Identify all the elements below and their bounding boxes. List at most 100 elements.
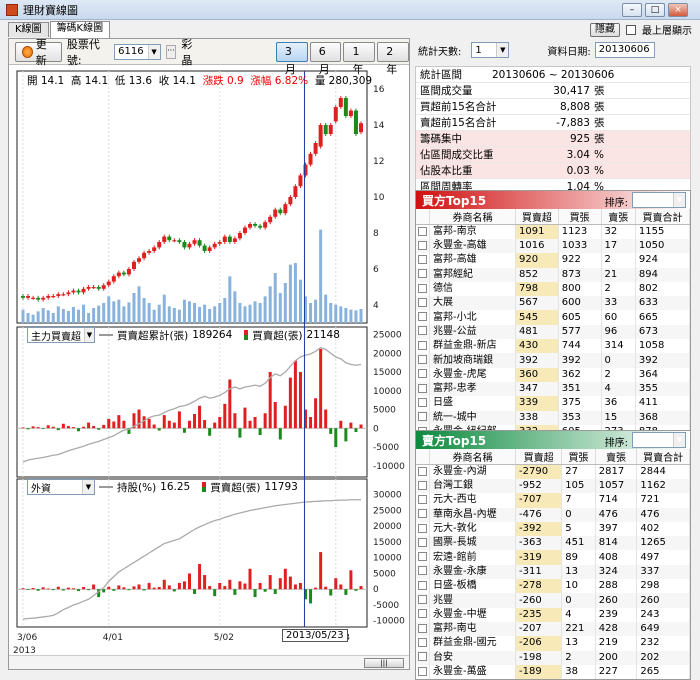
candle bbox=[167, 236, 172, 241]
sell-sort-select[interactable]: 賣超 ▼ bbox=[632, 432, 686, 448]
broker-row[interactable]: 國票-長城 -363 451 814 1265 bbox=[416, 536, 690, 551]
broker-row[interactable]: 群益金鼎-國元 -206 13 219 232 bbox=[416, 636, 690, 651]
row-checkbox[interactable] bbox=[418, 269, 427, 279]
broker-row[interactable]: 永豐金-萬盛 -189 38 227 265 bbox=[416, 664, 690, 680]
row-checkbox[interactable] bbox=[418, 609, 427, 619]
broker-row[interactable]: 永豐金-內湖 -2790 27 2817 2844 bbox=[416, 464, 690, 479]
date-input[interactable]: 20130606 bbox=[594, 42, 655, 58]
row-checkbox[interactable] bbox=[418, 595, 427, 605]
scrollbar-thumb[interactable]: ||| bbox=[364, 658, 404, 668]
broker-value: 1162 bbox=[636, 479, 690, 494]
broker-row[interactable]: 台灣工銀 -952 105 1057 1162 bbox=[416, 479, 690, 494]
broker-row[interactable]: 宏遠-館前 -319 89 408 497 bbox=[416, 550, 690, 565]
horizontal-scrollbar[interactable]: ||| bbox=[9, 655, 409, 669]
broker-value: 1050 bbox=[635, 239, 691, 254]
broker-row[interactable]: 富邦經紀 852 873 21 894 bbox=[416, 267, 691, 282]
broker-row[interactable]: 日盛 339 375 36 411 bbox=[416, 396, 691, 411]
buy-sort-select[interactable]: 買超 ▼ bbox=[632, 192, 686, 208]
broker-row[interactable]: 群益金鼎-新店 430 744 314 1058 bbox=[416, 339, 691, 354]
panel3-select[interactable]: 外資 ▼ bbox=[27, 479, 95, 495]
row-checkbox[interactable] bbox=[418, 466, 427, 476]
row-checkbox[interactable] bbox=[418, 666, 427, 676]
row-checkbox[interactable] bbox=[418, 297, 427, 307]
stock-charts[interactable]: 3/064/015/026/03201346810121416-10000-50… bbox=[9, 65, 409, 655]
broker-row[interactable]: 德信 798 800 2 802 bbox=[416, 281, 691, 297]
broker-row[interactable]: 富邦-南京 1091 1123 32 1155 bbox=[416, 224, 691, 239]
header-cell[interactable]: 券商名稱 bbox=[429, 209, 516, 225]
range-6m-button[interactable]: 6月 bbox=[309, 41, 342, 76]
broker-row[interactable]: 元大-敦化 -392 5 397 402 bbox=[416, 521, 690, 537]
row-checkbox[interactable] bbox=[418, 537, 427, 547]
range-1y-button[interactable]: 1年 bbox=[343, 41, 376, 76]
days-select[interactable]: 1 ▼ bbox=[471, 42, 510, 58]
row-checkbox[interactable] bbox=[418, 637, 427, 647]
hide-button[interactable]: 隱藏 bbox=[590, 22, 620, 37]
row-checkbox[interactable] bbox=[418, 326, 427, 336]
row-checkbox[interactable] bbox=[418, 580, 427, 590]
header-cell[interactable]: 買張 bbox=[558, 209, 602, 225]
row-checkbox[interactable] bbox=[418, 566, 427, 576]
broker-row[interactable]: 富邦-小北 545 605 60 665 bbox=[416, 310, 691, 325]
row-checkbox[interactable] bbox=[418, 509, 427, 519]
range-2y-button[interactable]: 2年 bbox=[377, 41, 409, 76]
maximize-button[interactable]: □ bbox=[645, 3, 665, 17]
row-checkbox[interactable] bbox=[418, 340, 427, 350]
header-cell[interactable]: 券商名稱 bbox=[429, 449, 516, 465]
row-checkbox[interactable] bbox=[418, 652, 427, 662]
header-cell[interactable]: 買賣超 bbox=[515, 209, 559, 225]
row-checkbox[interactable] bbox=[418, 369, 427, 379]
header-cell[interactable]: 買賣合計 bbox=[636, 449, 690, 465]
close-button[interactable]: × bbox=[668, 3, 688, 17]
broker-row[interactable]: 永豐金-永康 -311 13 324 337 bbox=[416, 564, 690, 580]
row-checkbox[interactable] bbox=[418, 312, 427, 322]
netbuy-bar bbox=[147, 582, 151, 590]
broker-row[interactable]: 台安 -198 2 200 202 bbox=[416, 650, 690, 665]
row-checkbox[interactable] bbox=[418, 254, 427, 264]
broker-row[interactable]: 富邦-忠孝 347 351 4 355 bbox=[416, 381, 691, 397]
panel2-select[interactable]: 主力買賣超 ▼ bbox=[27, 327, 95, 343]
broker-row[interactable]: 永豐金-高雄 1016 1033 17 1050 bbox=[416, 239, 691, 254]
row-checkbox[interactable] bbox=[418, 412, 427, 422]
netbuy-bar bbox=[76, 428, 80, 432]
stock-code-select[interactable]: 6116 ▼ bbox=[114, 43, 161, 60]
broker-row[interactable]: 日盛-板橋 -278 10 288 298 bbox=[416, 579, 690, 594]
topmost-checkbox[interactable] bbox=[626, 24, 636, 35]
header-cell[interactable]: 賣張 bbox=[595, 449, 638, 465]
range-3m-button[interactable]: 3月 bbox=[275, 41, 308, 76]
volume-bar bbox=[152, 309, 156, 323]
broker-row[interactable]: 富邦-南屯 -207 221 428 649 bbox=[416, 621, 690, 637]
broker-row[interactable]: 永豐金-中壢 -235 4 239 243 bbox=[416, 607, 690, 622]
row-checkbox[interactable] bbox=[418, 355, 427, 365]
broker-row[interactable]: 華南永昌-內壢 -476 0 476 476 bbox=[416, 507, 690, 522]
broker-row[interactable]: 兆豐 -260 0 260 260 bbox=[416, 593, 690, 608]
broker-row[interactable]: 統一-城中 338 353 15 368 bbox=[416, 410, 691, 425]
row-checkbox[interactable] bbox=[418, 494, 427, 504]
row-checkbox[interactable] bbox=[418, 523, 427, 533]
row-checkbox[interactable] bbox=[418, 552, 427, 562]
header-cell[interactable]: 買賣合計 bbox=[635, 209, 691, 225]
broker-row[interactable]: 元大-西屯 -707 7 714 721 bbox=[416, 493, 690, 508]
refresh-button[interactable]: 更新 bbox=[15, 38, 62, 67]
row-checkbox[interactable] bbox=[418, 623, 427, 633]
row-checkbox[interactable] bbox=[418, 240, 427, 250]
broker-row[interactable]: 兆豐-公益 481 577 96 673 bbox=[416, 324, 691, 340]
header-cell[interactable]: 買張 bbox=[561, 449, 596, 465]
header-cell[interactable]: 買賣超 bbox=[515, 449, 563, 465]
row-checkbox[interactable] bbox=[418, 480, 427, 490]
broker-row[interactable]: 新加坡商瑞銀 392 392 0 392 bbox=[416, 353, 691, 368]
broker-row[interactable]: 永豐金-虎尾 360 362 2 364 bbox=[416, 367, 691, 382]
minimize-button[interactable]: – bbox=[622, 3, 642, 17]
buy-sort-value: 買超 bbox=[636, 196, 656, 208]
broker-name: 永豐金-萬盛 bbox=[429, 664, 516, 680]
row-checkbox[interactable] bbox=[418, 226, 427, 236]
broker-row[interactable]: 富邦-高雄 920 922 2 924 bbox=[416, 253, 691, 268]
row-checkbox[interactable] bbox=[418, 383, 427, 393]
row-checkbox[interactable] bbox=[418, 283, 427, 293]
buy-top15-header: 買方Top15 排序: 買超 ▼ bbox=[416, 191, 690, 209]
broker-row[interactable]: 大展 567 600 33 633 bbox=[416, 296, 691, 311]
row-checkbox[interactable] bbox=[418, 397, 427, 407]
header-cell[interactable]: 賣張 bbox=[601, 209, 636, 225]
topmost-label: 最上層顯示 bbox=[642, 26, 692, 37]
netbuy-bar bbox=[152, 587, 156, 590]
stock-search-button[interactable]: ··· bbox=[165, 44, 177, 59]
